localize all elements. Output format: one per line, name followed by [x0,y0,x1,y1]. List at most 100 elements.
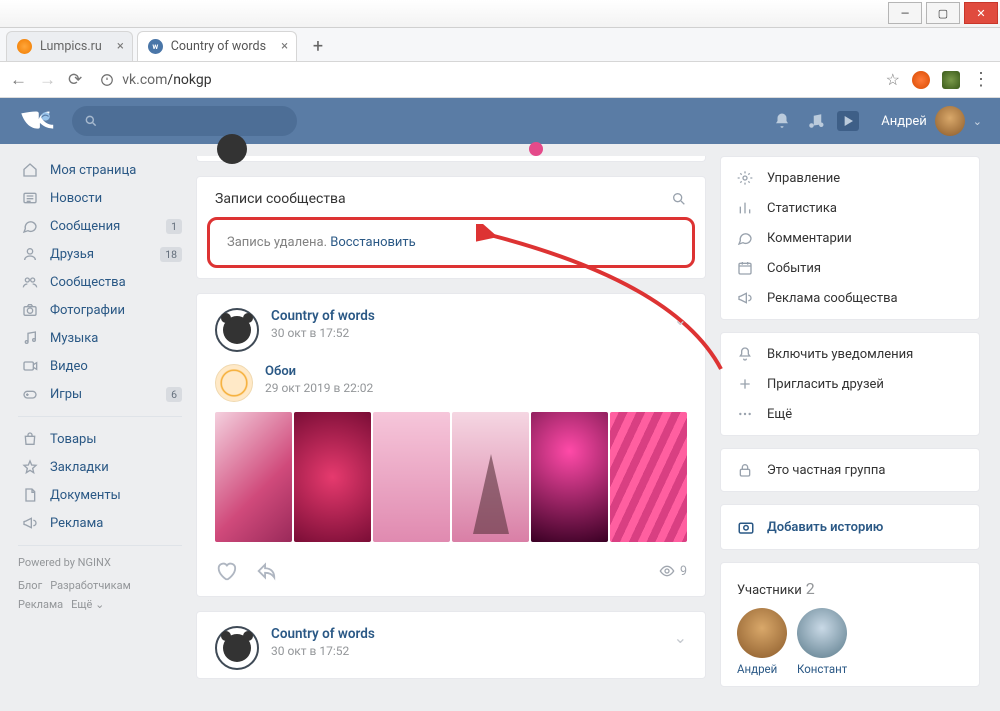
nav-back-button[interactable]: ← [10,70,27,90]
post-gallery [197,412,705,552]
ritem-manage[interactable]: Управление [721,163,979,193]
page-body: Моя страница Новости Сообщения1 Друзья18… [0,144,1000,711]
address-field[interactable]: vk.com/nokgp [94,72,873,88]
play-header-icon[interactable] [837,111,859,131]
repost-avatar[interactable] [215,364,253,402]
member-name[interactable]: Андрей [737,662,787,676]
post-date[interactable]: 30 окт в 17:52 [271,326,375,340]
share-button[interactable] [255,560,277,582]
nav-video[interactable]: Видео [18,352,182,380]
stats-icon [737,200,755,216]
lumpics-favicon [17,39,32,54]
ritem-events[interactable]: События [721,253,979,283]
notifications-icon[interactable] [769,112,795,130]
nav-friends[interactable]: Друзья18 [18,240,182,268]
nav-bookmarks[interactable]: Закладки [18,453,182,481]
vk-favicon: w [148,39,163,54]
footer-dev[interactable]: Разработчикам [50,579,131,592]
member-name[interactable]: Константин [797,662,847,676]
group-avatar[interactable] [215,308,259,352]
megaphone-icon [737,290,755,306]
nav-messages[interactable]: Сообщения1 [18,212,182,240]
vk-logo[interactable] [18,107,58,135]
restore-link[interactable]: Восстановить [330,235,416,250]
nav-market[interactable]: Товары [18,425,182,453]
extension-icon[interactable] [912,71,930,89]
music-header-icon[interactable] [803,112,829,130]
like-button[interactable] [215,560,237,582]
nav-news[interactable]: Новости [18,184,182,212]
actions-card: Включить уведомления Пригласить друзей Е… [720,332,980,436]
browser-address-bar: ← → ⟳ vk.com/nokgp ☆ ⋮ [0,62,1000,98]
browser-tab-vk[interactable]: w Country of words × [137,31,297,61]
wall-post: Country of words 30 окт в 17:52 ⌄ Обои 2… [196,293,706,597]
gallery-image[interactable] [294,412,371,542]
repost-date[interactable]: 29 окт 2019 в 22:02 [265,381,373,395]
footer-ads[interactable]: Реклама [18,598,63,611]
gallery-image[interactable] [373,412,450,542]
ritem-private: Это частная группа [721,455,979,485]
left-sidebar: Моя страница Новости Сообщения1 Друзья18… [18,156,182,699]
nav-games[interactable]: Игры6 [18,380,182,408]
nav-photos[interactable]: Фотографии [18,296,182,324]
comment-icon [737,230,755,246]
members-title[interactable]: Участники [737,583,802,598]
member-avatar[interactable] [737,608,787,658]
music-icon [22,330,40,346]
ritem-stats[interactable]: Статистика [721,193,979,223]
tab-title: Lumpics.ru [40,39,102,54]
ritem-add-story[interactable]: Добавить историю [721,511,979,543]
member-avatar[interactable] [797,608,847,658]
ritem-more[interactable]: Ещё [721,399,979,429]
post-author[interactable]: Country of words [271,308,375,324]
lock-icon [737,462,755,478]
ritem-comments[interactable]: Комментарии [721,223,979,253]
nav-groups[interactable]: Сообщества [18,268,182,296]
post-menu-icon[interactable]: ⌄ [674,310,687,329]
repost-author[interactable]: Обои [265,364,373,379]
close-icon[interactable]: × [281,39,288,54]
ritem-notify[interactable]: Включить уведомления [721,339,979,369]
bookmark-star-icon[interactable]: ☆ [886,70,900,89]
close-icon[interactable]: × [117,39,124,54]
wall-post: Country of words 30 окт в 17:52 ⌄ [196,611,706,679]
footer-more[interactable]: Ещё ⌄ [71,598,104,611]
gallery-image[interactable] [610,412,687,542]
vk-user-menu[interactable]: Андрей ⌄ [881,106,982,136]
browser-menu-icon[interactable]: ⋮ [972,69,990,90]
gallery-image[interactable] [452,412,529,542]
gallery-image[interactable] [215,412,292,542]
window-titlebar: — ▢ ✕ [0,0,1000,28]
vk-search-input[interactable] [72,106,297,136]
nav-docs[interactable]: Документы [18,481,182,509]
ritem-invite[interactable]: Пригласить друзей [721,369,979,399]
post-header: Country of words 30 окт в 17:52 ⌄ [197,612,705,678]
eye-icon [659,563,675,579]
post-header: Country of words 30 окт в 17:52 ⌄ [197,294,705,360]
nav-reload-button[interactable]: ⟳ [68,70,82,90]
group-avatar[interactable] [215,626,259,670]
site-info-icon[interactable] [100,73,114,87]
user-avatar [935,106,965,136]
post-menu-icon[interactable]: ⌄ [674,628,687,647]
post-author[interactable]: Country of words [271,626,375,642]
wall-search-icon[interactable] [671,191,687,207]
right-sidebar: Управление Статистика Комментарии Событи… [720,156,980,699]
footer-blog[interactable]: Блог [18,579,42,592]
window-close-button[interactable]: ✕ [964,2,998,24]
window-minimize-button[interactable]: — [888,2,922,24]
deleted-post-notice: Запись удалена. Восстановить [211,221,691,264]
nav-my-page[interactable]: Моя страница [18,156,182,184]
gallery-image[interactable] [531,412,608,542]
dots-icon [737,406,755,422]
nav-forward-button[interactable]: → [39,70,56,90]
browser-tab-lumpics[interactable]: Lumpics.ru × [6,31,133,61]
new-tab-button[interactable]: + [305,33,331,59]
badge: 1 [166,219,182,234]
window-maximize-button[interactable]: ▢ [926,2,960,24]
nav-ads[interactable]: Реклама [18,509,182,537]
post-date[interactable]: 30 окт в 17:52 [271,644,375,658]
user-avatar-icon[interactable] [942,71,960,89]
ritem-group-ads[interactable]: Реклама сообщества [721,283,979,313]
nav-music[interactable]: Музыка [18,324,182,352]
